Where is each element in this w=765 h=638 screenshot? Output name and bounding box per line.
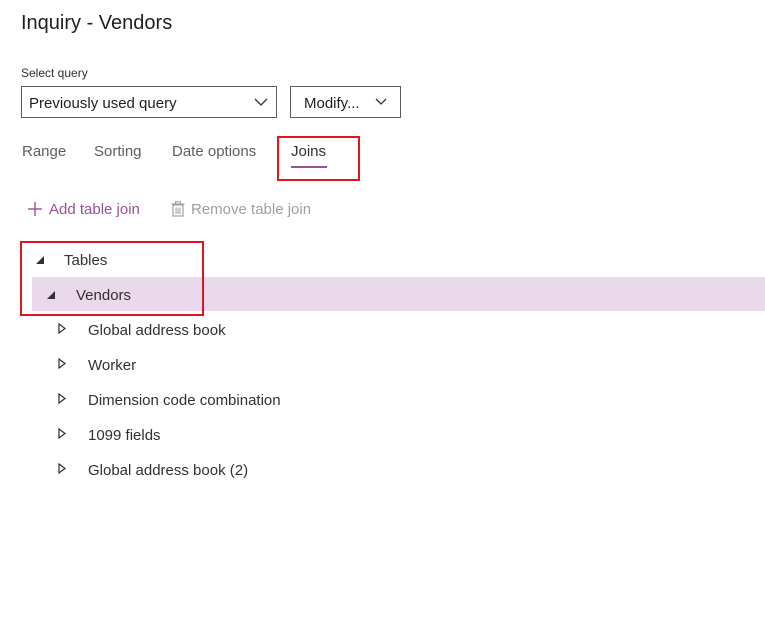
trash-icon: [171, 201, 185, 217]
highlight-box-tables: [20, 241, 204, 316]
tree-node-child[interactable]: Dimension code combination: [88, 392, 281, 409]
highlight-box-joins: [277, 136, 360, 181]
tree-node-child[interactable]: Global address book: [88, 322, 226, 339]
remove-table-join-label: Remove table join: [191, 201, 312, 218]
add-table-join-button[interactable]: Add table join: [27, 201, 140, 218]
page-title: Inquiry - Vendors: [21, 12, 173, 34]
collapsed-caret-icon[interactable]: [58, 428, 66, 439]
collapsed-caret-icon[interactable]: [58, 463, 66, 474]
chevron-down-icon: [375, 98, 387, 105]
tab-range[interactable]: Range: [22, 143, 66, 160]
chevron-down-icon: [254, 98, 268, 106]
modify-button[interactable]: Modify...: [290, 86, 401, 118]
collapsed-caret-icon[interactable]: [58, 323, 66, 334]
select-query-label: Select query: [21, 66, 88, 80]
tab-date-options[interactable]: Date options: [172, 143, 256, 160]
plus-icon: [28, 202, 42, 216]
tree-node-child[interactable]: Global address book (2): [88, 462, 248, 479]
remove-table-join-button[interactable]: Remove table join: [171, 201, 311, 218]
tree-node-child[interactable]: Worker: [88, 357, 136, 374]
add-table-join-label: Add table join: [49, 201, 140, 218]
collapsed-caret-icon[interactable]: [58, 358, 66, 369]
select-query-dropdown[interactable]: Previously used query: [21, 86, 277, 118]
modify-button-label: Modify...: [304, 95, 360, 112]
collapsed-caret-icon[interactable]: [58, 393, 66, 404]
tree-node-child[interactable]: 1099 fields: [88, 427, 161, 444]
select-query-value: Previously used query: [29, 95, 177, 112]
tab-sorting[interactable]: Sorting: [94, 143, 142, 160]
